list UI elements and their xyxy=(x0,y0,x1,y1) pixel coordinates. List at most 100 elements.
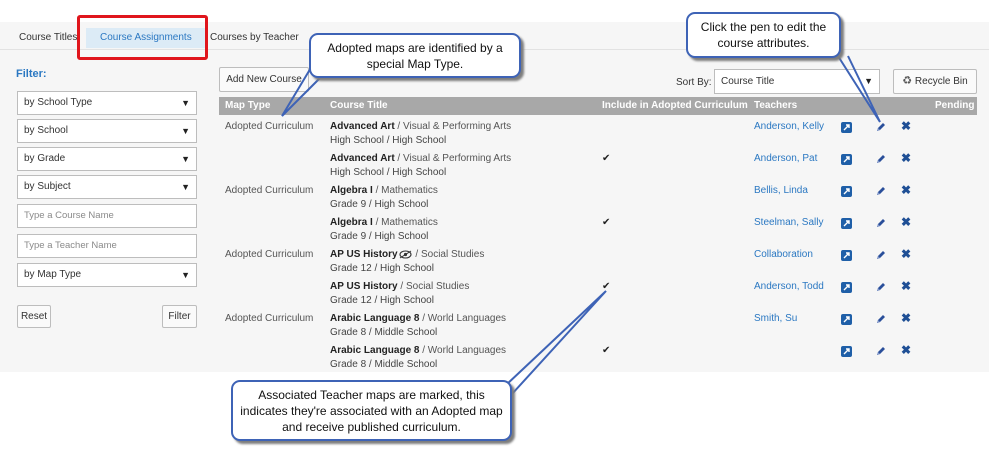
tab-course-titles[interactable]: Course Titles xyxy=(11,28,85,48)
pencil-icon[interactable] xyxy=(875,281,887,293)
course-grade: Grade 9 / High School xyxy=(330,231,429,242)
grade-select[interactable]: by Grade ▼ xyxy=(17,147,197,171)
pencil-icon[interactable] xyxy=(875,313,887,325)
pencil-icon[interactable] xyxy=(875,185,887,197)
table-row: Arabic Language 8 / World Languages Grad… xyxy=(219,341,977,373)
header-map-type[interactable]: Map Type xyxy=(225,97,270,115)
course-name[interactable]: Advanced Art xyxy=(330,121,395,132)
reset-button[interactable]: Reset xyxy=(17,305,51,328)
header-pending[interactable]: Pending xyxy=(935,97,974,115)
course-subject: / Visual & Performing Arts xyxy=(394,121,512,132)
open-map-icon[interactable] xyxy=(841,122,852,133)
course-grade: High School / High School xyxy=(330,135,447,146)
recycle-icon: ♻ xyxy=(902,75,913,87)
open-map-icon[interactable] xyxy=(841,154,852,165)
course-subject: / Visual & Performing Arts xyxy=(394,153,512,164)
close-icon[interactable]: ✖ xyxy=(901,344,911,356)
open-map-icon[interactable] xyxy=(841,282,852,293)
pencil-icon[interactable] xyxy=(875,153,887,165)
pencil-icon[interactable] xyxy=(875,249,887,261)
teacher-link[interactable]: Anderson, Pat xyxy=(754,153,817,164)
recycle-bin-button[interactable]: ♻ Recycle Bin xyxy=(893,69,977,94)
course-grade: Grade 8 / Middle School xyxy=(330,327,438,338)
header-course-title[interactable]: Course Title xyxy=(330,97,388,115)
caret-down-icon: ▼ xyxy=(181,98,190,108)
map-type-value: by Map Type xyxy=(24,269,82,280)
pencil-icon[interactable] xyxy=(875,121,887,133)
caret-down-icon: ▼ xyxy=(864,76,873,86)
course-title-cell: Advanced Art / Visual & Performing Arts xyxy=(330,153,511,164)
course-title-cell: AP US History / Social Studies xyxy=(330,281,469,292)
course-title-cell: Advanced Art / Visual & Performing Arts xyxy=(330,121,511,132)
course-name-input[interactable]: Type a Course Name xyxy=(17,204,197,228)
close-icon[interactable]: ✖ xyxy=(901,152,911,164)
close-icon[interactable]: ✖ xyxy=(901,280,911,292)
grade-value: by Grade xyxy=(24,153,66,164)
close-icon[interactable]: ✖ xyxy=(901,312,911,324)
course-grade: Grade 8 / Middle School xyxy=(330,359,438,370)
close-icon[interactable]: ✖ xyxy=(901,120,911,132)
school-type-select[interactable]: by School Type ▼ xyxy=(17,91,197,115)
pencil-icon[interactable] xyxy=(875,217,887,229)
caret-down-icon: ▼ xyxy=(181,154,190,164)
teacher-link[interactable]: Anderson, Todd xyxy=(754,281,824,292)
course-name[interactable]: Algebra I xyxy=(330,217,373,228)
course-name[interactable]: AP US History xyxy=(330,281,398,292)
table-row: Adopted Curriculum Advanced Art / Visual… xyxy=(219,117,977,149)
tab-courses-by-teacher[interactable]: Courses by Teacher xyxy=(202,28,307,48)
course-title-cell: Algebra I / Mathematics xyxy=(330,217,438,228)
map-type-select[interactable]: by Map Type ▼ xyxy=(17,263,197,287)
course-subject: / Social Studies xyxy=(397,281,470,292)
teacher-name-input[interactable]: Type a Teacher Name xyxy=(17,234,197,258)
table-header: Map Type Course Title Include in Adopted… xyxy=(219,97,977,115)
recycle-bin-label: Recycle Bin xyxy=(914,76,968,87)
course-subject: / World Languages xyxy=(419,345,507,356)
course-subject: / Mathematics xyxy=(372,217,438,228)
map-type-cell: Adopted Curriculum xyxy=(225,249,314,260)
sort-by-select[interactable]: Course Title ▼ xyxy=(714,69,880,94)
filter-title: Filter: xyxy=(16,68,47,80)
included-check-icon: ✔ xyxy=(602,217,611,228)
callout-map-type: Adopted maps are identified by a special… xyxy=(309,33,521,78)
course-subject: / Social Studies xyxy=(412,249,485,260)
open-map-icon[interactable] xyxy=(841,218,852,229)
subject-select[interactable]: by Subject ▼ xyxy=(17,175,197,199)
open-map-icon[interactable] xyxy=(841,314,852,325)
included-check-icon: ✔ xyxy=(602,153,611,164)
open-map-icon[interactable] xyxy=(841,186,852,197)
course-name[interactable]: Arabic Language 8 xyxy=(330,313,419,324)
course-name[interactable]: Algebra I xyxy=(330,185,373,196)
eye-icon[interactable] xyxy=(399,250,412,262)
school-type-value: by School Type xyxy=(24,97,93,108)
teacher-link[interactable]: Collaboration xyxy=(754,249,813,260)
course-grade: Grade 12 / High School xyxy=(330,263,434,274)
open-map-icon[interactable] xyxy=(841,250,852,261)
close-icon[interactable]: ✖ xyxy=(901,184,911,196)
close-icon[interactable]: ✖ xyxy=(901,216,911,228)
included-check-icon: ✔ xyxy=(602,281,611,292)
course-grade: Grade 12 / High School xyxy=(330,295,434,306)
teacher-link[interactable]: Anderson, Kelly xyxy=(754,121,824,132)
sort-by-label: Sort By: xyxy=(676,77,712,88)
header-include-adopted[interactable]: Include in Adopted Curriculum xyxy=(602,97,748,115)
callout-associated: Associated Teacher maps are marked, this… xyxy=(231,380,512,441)
teacher-link[interactable]: Smith, Su xyxy=(754,313,797,324)
header-teachers[interactable]: Teachers xyxy=(754,97,797,115)
open-map-icon[interactable] xyxy=(841,346,852,357)
school-select[interactable]: by School ▼ xyxy=(17,119,197,143)
course-name[interactable]: AP US History xyxy=(330,249,398,260)
teacher-link[interactable]: Bellis, Linda xyxy=(754,185,808,196)
course-name[interactable]: Arabic Language 8 xyxy=(330,345,419,356)
filter-button[interactable]: Filter xyxy=(162,305,197,328)
course-name[interactable]: Advanced Art xyxy=(330,153,395,164)
map-type-cell: Adopted Curriculum xyxy=(225,313,314,324)
caret-down-icon: ▼ xyxy=(181,182,190,192)
close-icon[interactable]: ✖ xyxy=(901,248,911,260)
add-new-course-button[interactable]: Add New Course xyxy=(219,67,309,92)
table-row: Adopted Curriculum Arabic Language 8 / W… xyxy=(219,309,977,341)
teacher-link[interactable]: Steelman, Sally xyxy=(754,217,823,228)
table-row: Adopted Curriculum AP US History / Socia… xyxy=(219,245,977,277)
table-row: Advanced Art / Visual & Performing Arts … xyxy=(219,149,977,181)
course-title-cell: Arabic Language 8 / World Languages xyxy=(330,345,506,356)
pencil-icon[interactable] xyxy=(875,345,887,357)
